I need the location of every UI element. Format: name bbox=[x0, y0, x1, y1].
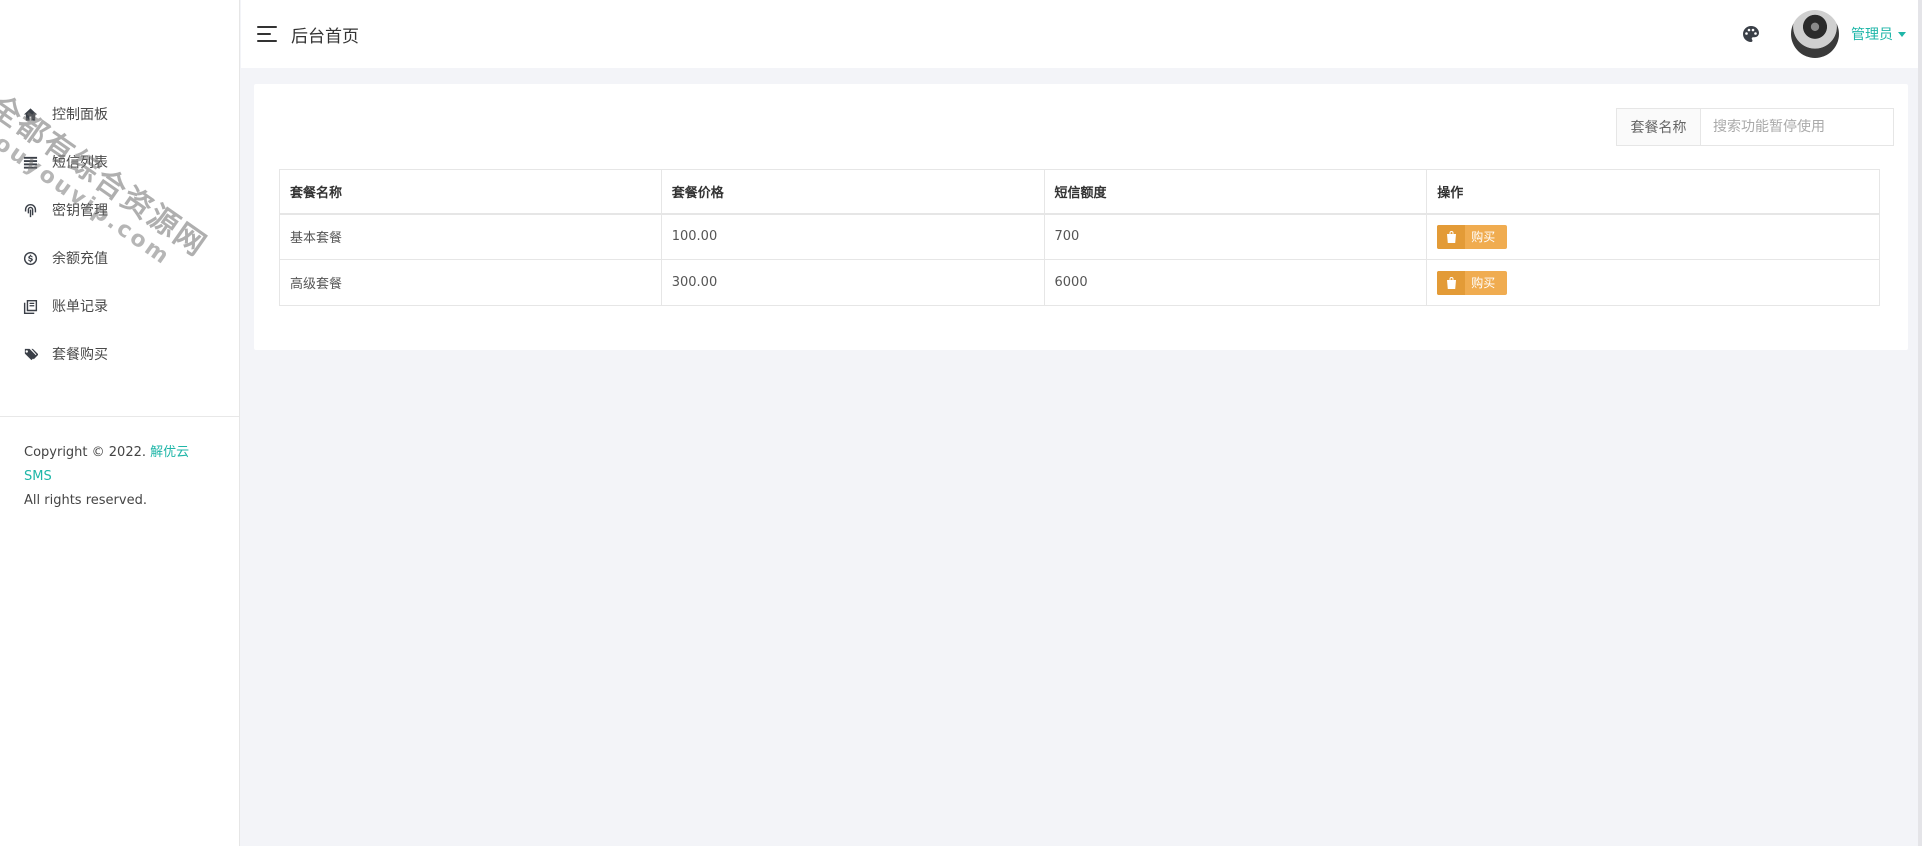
book-icon bbox=[22, 298, 38, 314]
avatar[interactable] bbox=[1791, 10, 1839, 58]
search-input[interactable] bbox=[1701, 109, 1893, 145]
action-cell: 购买 bbox=[1426, 259, 1880, 306]
sidebar-item-label: 套餐购买 bbox=[52, 347, 108, 363]
buy-button-label: 购买 bbox=[1471, 276, 1496, 290]
package-card: 套餐名称 套餐名称 套餐价格 短信额度 操作 基本套餐 bbox=[254, 84, 1908, 350]
fingerprint-icon bbox=[22, 202, 38, 218]
window-edge bbox=[1918, 0, 1922, 846]
search-group: 套餐名称 bbox=[1616, 108, 1894, 146]
copyright: Copyright © 2022. 解优云SMS All rights rese… bbox=[0, 417, 239, 513]
top-header: 后台首页 管理员 bbox=[241, 0, 1922, 68]
sidebar-item-package-purchase[interactable]: 套餐购买 bbox=[0, 330, 239, 378]
sidebar-item-label: 余额充值 bbox=[52, 251, 108, 267]
sidebar: 控制面板 短信列表 密钥管理 余额充值 账单记录 套餐购买 Copyright … bbox=[0, 0, 240, 846]
package-price: 300.00 bbox=[660, 259, 1045, 306]
rights-text: All rights reserved. bbox=[24, 493, 147, 508]
package-quota: 700 bbox=[1043, 213, 1428, 260]
cart-icon bbox=[1437, 224, 1466, 249]
home-icon bbox=[22, 106, 38, 122]
action-cell: 购买 bbox=[1426, 213, 1880, 260]
buy-button-label: 购买 bbox=[1471, 230, 1496, 245]
cart-icon bbox=[1437, 270, 1466, 295]
sidebar-item-dashboard[interactable]: 控制面板 bbox=[0, 90, 239, 138]
package-price: 100.00 bbox=[660, 213, 1045, 260]
sidebar-item-label: 短信列表 bbox=[52, 155, 108, 171]
sidebar-nav: 控制面板 短信列表 密钥管理 余额充值 账单记录 套餐购买 bbox=[0, 90, 239, 378]
sidebar-item-key-management[interactable]: 密钥管理 bbox=[0, 186, 239, 234]
tags-icon bbox=[22, 346, 38, 362]
table-row: 高级套餐 300.00 6000 购买 bbox=[279, 259, 1880, 306]
search-label: 套餐名称 bbox=[1617, 109, 1701, 145]
buy-button[interactable]: 购买 bbox=[1437, 224, 1508, 249]
sidebar-item-sms-list[interactable]: 短信列表 bbox=[0, 138, 239, 186]
user-menu[interactable]: 管理员 bbox=[1851, 24, 1906, 44]
package-table: 套餐名称 套餐价格 短信额度 操作 基本套餐 100.00 700 购买 高级套… bbox=[279, 169, 1880, 306]
package-quota: 6000 bbox=[1043, 259, 1428, 306]
package-name: 高级套餐 bbox=[279, 259, 662, 306]
menu-toggle-icon[interactable] bbox=[257, 26, 279, 42]
list-icon bbox=[22, 154, 38, 170]
page-title: 后台首页 bbox=[291, 26, 359, 47]
dollar-circle-icon bbox=[22, 250, 38, 266]
sidebar-item-recharge[interactable]: 余额充值 bbox=[0, 234, 239, 282]
column-header: 操作 bbox=[1426, 169, 1880, 214]
palette-icon[interactable] bbox=[1741, 24, 1761, 44]
copyright-text: Copyright © 2022. bbox=[24, 445, 147, 460]
logo-area bbox=[0, 0, 239, 80]
sidebar-item-bill-records[interactable]: 账单记录 bbox=[0, 282, 239, 330]
sidebar-item-label: 账单记录 bbox=[52, 299, 108, 315]
column-header: 短信额度 bbox=[1043, 169, 1428, 214]
buy-button[interactable]: 购买 bbox=[1437, 270, 1508, 295]
table-header-row: 套餐名称 套餐价格 短信额度 操作 bbox=[279, 169, 1880, 214]
sidebar-item-label: 控制面板 bbox=[52, 107, 108, 123]
header-right: 管理员 bbox=[1741, 10, 1906, 58]
user-name: 管理员 bbox=[1851, 27, 1893, 43]
app-layout: 控制面板 短信列表 密钥管理 余额充值 账单记录 套餐购买 Copyright … bbox=[0, 0, 1922, 846]
table-row: 基本套餐 100.00 700 购买 bbox=[279, 213, 1880, 260]
column-header: 套餐价格 bbox=[660, 169, 1045, 214]
sidebar-item-label: 密钥管理 bbox=[52, 203, 108, 219]
package-name: 基本套餐 bbox=[279, 213, 662, 260]
caret-down-icon bbox=[1898, 31, 1906, 37]
column-header: 套餐名称 bbox=[279, 169, 662, 214]
